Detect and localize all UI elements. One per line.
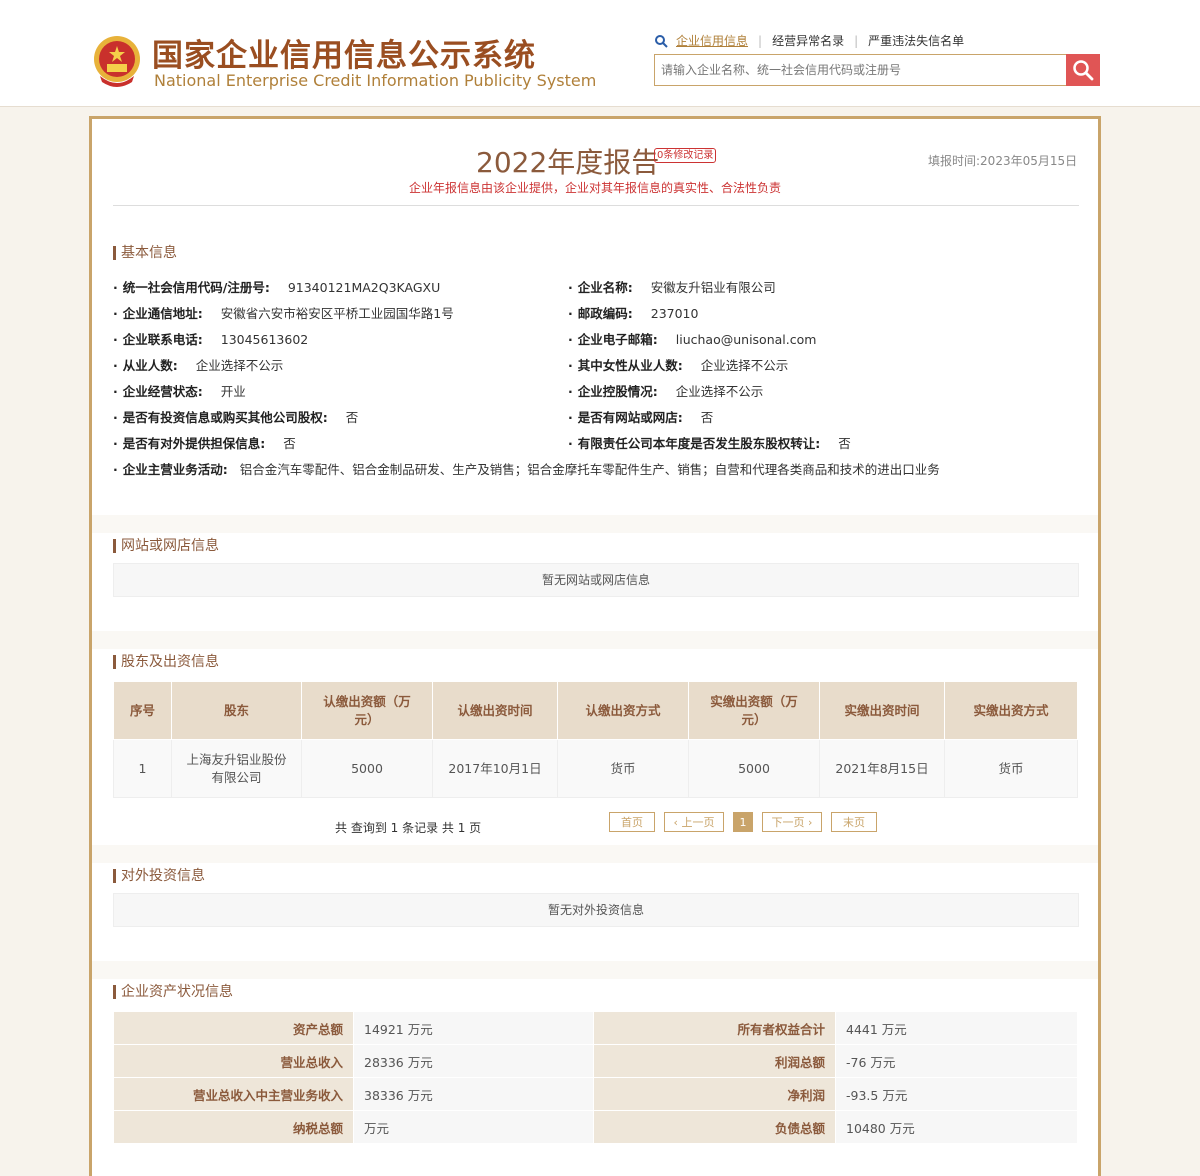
shareholder-table: 序号 股东 认缴出资额（万元） 认缴出资时间 认缴出资方式 实缴出资额（万元） …	[113, 681, 1078, 798]
table-cell: 5000	[301, 739, 433, 798]
search-box	[654, 54, 1100, 86]
info-employees: 从业人数:企业选择不公示	[113, 355, 283, 374]
table-cell: 1	[113, 739, 172, 798]
table-row: 1 上海友升铝业股份有限公司 5000 2017年10月1日 货币 5000 2…	[113, 739, 1078, 798]
nav-separator: |	[854, 33, 859, 48]
nav-separator: |	[758, 33, 763, 48]
asset-label: 纳税总额	[113, 1110, 354, 1144]
table-cell: 2017年10月1日	[432, 739, 558, 798]
asset-value: -93.5 万元	[835, 1077, 1078, 1111]
column-header: 实缴出资方式	[944, 681, 1078, 740]
info-email: 企业电子邮箱:liuchao@unisonal.com	[568, 329, 816, 348]
pagination-info: 共 查询到 1 条记录 共 1 页	[335, 821, 482, 835]
investment-empty-message: 暂无对外投资信息	[113, 893, 1079, 927]
asset-value: 28336 万元	[353, 1044, 594, 1078]
nav-link-blacklist[interactable]: 严重违法失信名单	[868, 32, 964, 49]
table-row: 纳税总额 万元 负债总额 10480 万元	[113, 1110, 1078, 1144]
info-company-name: 企业名称:安徽友升铝业有限公司	[568, 277, 776, 296]
page-number-current[interactable]: 1	[733, 812, 753, 832]
column-header: 认缴出资时间	[432, 681, 558, 740]
nav-link-credit-info[interactable]: 企业信用信息	[676, 32, 748, 49]
search-input[interactable]	[655, 55, 1067, 85]
asset-value: 10480 万元	[835, 1110, 1078, 1144]
site-subtitle: National Enterprise Credit Information P…	[154, 71, 597, 90]
section-title-website: 网站或网店信息	[113, 539, 219, 553]
info-equity-transfer-flag: 有限责任公司本年度是否发生股东股权转让:否	[568, 433, 851, 452]
info-holding: 企业控股情况:企业选择不公示	[568, 381, 763, 400]
table-cell: 5000	[688, 739, 820, 798]
table-cell: 2021年8月15日	[819, 739, 945, 798]
info-postcode: 邮政编码:237010	[568, 303, 698, 322]
column-header: 实缴出资时间	[819, 681, 945, 740]
next-page-button[interactable]: 下一页 ›	[762, 812, 822, 832]
section-spacer	[92, 631, 1098, 649]
fill-time: 填报时间:2023年05月15日	[928, 154, 1078, 168]
column-header: 认缴出资方式	[557, 681, 689, 740]
column-header: 股东	[171, 681, 302, 740]
asset-value: -76 万元	[835, 1044, 1078, 1078]
asset-value: 4441 万元	[835, 1011, 1078, 1045]
info-guarantee-flag: 是否有对外提供担保信息:否	[113, 433, 296, 452]
prev-page-button[interactable]: ‹ 上一页	[664, 812, 724, 832]
asset-value: 14921 万元	[353, 1011, 594, 1045]
info-phone: 企业联系电话:13045613602	[113, 329, 308, 348]
info-website-flag: 是否有网站或网店:否	[568, 407, 713, 426]
table-row: 资产总额 14921 万元 所有者权益合计 4441 万元	[113, 1011, 1078, 1045]
section-title-investment: 对外投资信息	[113, 869, 205, 883]
table-cell: 货币	[557, 739, 689, 798]
asset-value: 38336 万元	[353, 1077, 594, 1111]
next-arrow-icon: ›	[804, 816, 813, 829]
asset-label: 营业总收入	[113, 1044, 354, 1078]
report-disclaimer: 企业年报信息由该企业提供，企业对其年报信息的真实性、合法性负责	[408, 181, 781, 195]
search-button[interactable]	[1066, 54, 1100, 86]
search-icon	[655, 34, 668, 48]
asset-label: 资产总额	[113, 1011, 354, 1045]
asset-table: 资产总额 14921 万元 所有者权益合计 4441 万元 营业总收入 2833…	[113, 1011, 1078, 1144]
info-investment-flag: 是否有投资信息或购买其他公司股权:否	[113, 407, 358, 426]
last-page-button[interactable]: 末页	[831, 812, 877, 832]
column-header: 实缴出资额（万元）	[688, 681, 820, 740]
section-title-basic: 基本信息	[113, 246, 177, 260]
modification-record-badge[interactable]: 0条修改记录	[654, 148, 717, 163]
info-female-employees: 其中女性从业人数:企业选择不公示	[568, 355, 788, 374]
asset-value: 万元	[353, 1110, 594, 1144]
info-address: 企业通信地址:安徽省六安市裕安区平桥工业园国华路1号	[113, 303, 454, 322]
section-title-assets: 企业资产状况信息	[113, 985, 233, 999]
asset-label: 所有者权益合计	[593, 1011, 836, 1045]
top-nav: 企业信用信息 | 经营异常名录 | 严重违法失信名单	[654, 32, 964, 49]
site-header: 国家企业信用信息公示系统 National Enterprise Credit …	[0, 0, 1200, 107]
info-status: 企业经营状态:开业	[113, 381, 246, 400]
magnifier-icon	[1073, 60, 1094, 81]
column-header: 序号	[113, 681, 172, 740]
section-spacer	[92, 961, 1098, 979]
section-title-shareholders: 股东及出资信息	[113, 655, 219, 669]
website-empty-message: 暂无网站或网店信息	[113, 563, 1079, 597]
table-cell: 上海友升铝业股份有限公司	[171, 739, 302, 798]
asset-label: 利润总额	[593, 1044, 836, 1078]
table-row: 营业总收入中主营业务收入 38336 万元 净利润 -93.5 万元	[113, 1077, 1078, 1111]
site-title: 国家企业信用信息公示系统	[152, 38, 536, 74]
first-page-button[interactable]: 首页	[609, 812, 655, 832]
nav-link-abnormal-list[interactable]: 经营异常名录	[772, 32, 844, 49]
table-header-row: 序号 股东 认缴出资额（万元） 认缴出资时间 认缴出资方式 实缴出资额（万元） …	[113, 681, 1078, 740]
report-title: 2022年度报告	[476, 146, 660, 179]
asset-label: 净利润	[593, 1077, 836, 1111]
info-business-scope: 企业主营业务活动:铝合金汽车零配件、铝合金制品研发、生产及销售；铝合金摩托车零配…	[113, 459, 940, 478]
column-header: 认缴出资额（万元）	[301, 681, 433, 740]
info-credit-code: 统一社会信用代码/注册号:91340121MA2Q3KAGXU	[113, 277, 440, 296]
national-emblem-icon	[94, 36, 140, 87]
divider	[113, 205, 1079, 206]
section-spacer	[92, 845, 1098, 863]
section-spacer	[92, 515, 1098, 533]
table-row: 营业总收入 28336 万元 利润总额 -76 万元	[113, 1044, 1078, 1078]
pagination: 首页 ‹ 上一页 1 下一页 › 末页	[609, 812, 886, 832]
asset-label: 营业总收入中主营业务收入	[113, 1077, 354, 1111]
report-frame: 2022年度报告 0条修改记录 填报时间:2023年05月15日 企业年报信息由…	[89, 116, 1101, 1176]
table-cell: 货币	[944, 739, 1078, 798]
asset-label: 负债总额	[593, 1110, 836, 1144]
